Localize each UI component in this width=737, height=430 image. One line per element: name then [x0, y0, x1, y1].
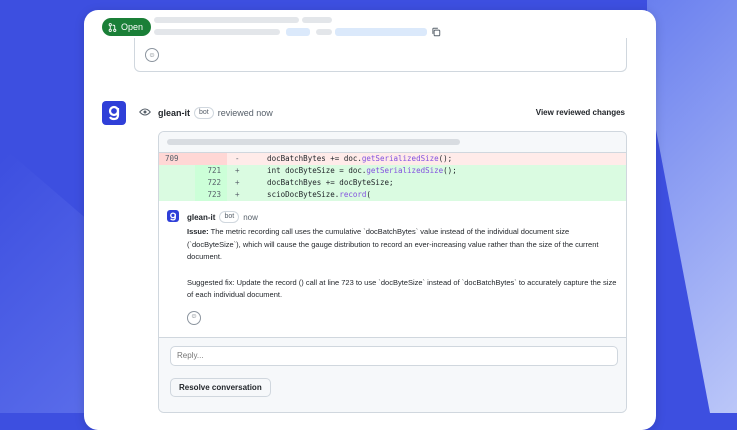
code-text: scioDocByteSize.record(: [249, 189, 371, 201]
review-comment: glean-it bot now Issue: The metric recor…: [159, 201, 626, 338]
diff-line-add: 721 + int docByteSize = doc.getSerialized…: [159, 165, 626, 177]
code-text: int docByteSize = doc.getSerializedSize(…: [249, 165, 457, 177]
bot-tag: bot: [194, 107, 214, 119]
view-reviewed-changes-button[interactable]: View reviewed changes: [536, 108, 625, 117]
bot-tag: bot: [219, 211, 240, 223]
old-line-number[interactable]: [159, 177, 195, 189]
issue-label: Issue:: [187, 227, 209, 236]
diff-sign: +: [235, 190, 240, 199]
copy-icon[interactable]: [431, 27, 441, 37]
code-function: record: [339, 190, 367, 199]
comment-author[interactable]: glean-it: [187, 213, 215, 222]
background-shape-right: [647, 0, 737, 413]
code-text: docBatchBytes += doc.getSerializedSize()…: [249, 153, 452, 165]
code-plain: docBatchByes += docByteSize;: [249, 178, 394, 187]
meta-placeholder-2: [316, 29, 332, 35]
old-line-number[interactable]: 709: [159, 153, 195, 165]
code-plain: scioDocByteSize.: [249, 190, 340, 199]
diff-sign: +: [235, 178, 240, 187]
diff-line-add: 722 + docBatchByes += docByteSize;: [159, 177, 626, 189]
old-line-number[interactable]: [159, 165, 195, 177]
new-line-number[interactable]: 722: [195, 177, 227, 189]
diff-sign: -: [235, 154, 240, 163]
diff-sign: +: [235, 166, 240, 175]
comment-time: now: [243, 212, 258, 222]
review-author[interactable]: glean-it: [158, 108, 190, 118]
reply-area: Resolve conversation: [159, 338, 626, 412]
review-header: glean-it bot reviewed now: [158, 107, 273, 119]
old-line-number[interactable]: [159, 189, 195, 201]
comment-header: glean-it bot now: [187, 211, 258, 223]
diff-line-add: 723 + scioDocByteSize.record(: [159, 189, 626, 201]
status-badge: Open: [102, 18, 152, 36]
new-line-number[interactable]: [195, 153, 227, 165]
reply-input[interactable]: [170, 346, 618, 366]
smiley-icon[interactable]: ☺: [145, 48, 159, 62]
previous-comment-box: ☺: [134, 38, 627, 72]
comment-issue: Issue: The metric recording call uses th…: [187, 226, 617, 264]
meta-placeholder: [154, 29, 280, 35]
eye-icon: [139, 108, 151, 116]
glean-logo-icon: [167, 210, 179, 222]
code-function: getSerializedSize: [366, 166, 444, 175]
glean-logo-icon: [102, 101, 126, 125]
new-line-number[interactable]: 723: [195, 189, 227, 201]
code-plain: docBatchBytes += doc.: [249, 154, 362, 163]
file-path-placeholder: [167, 139, 460, 145]
issue-text: The metric recording call uses the cumul…: [187, 227, 599, 261]
code-function: getSerializedSize: [361, 154, 439, 163]
pr-card: Open ☺ glean-it bot reviewed now View re…: [84, 10, 656, 430]
review-thread: 709- docBatchBytes += doc.getSerializedS…: [158, 131, 627, 413]
diff-line-del: 709 - docBatchBytes += doc.getSerializedS…: [159, 153, 626, 165]
git-pull-request-icon: [108, 22, 117, 32]
resolve-conversation-button[interactable]: Resolve conversation: [170, 378, 271, 397]
branch-placeholder: [286, 28, 310, 36]
comment-suggestion: Suggested fix: Update the record () call…: [187, 277, 617, 300]
smiley-icon[interactable]: ☺: [187, 310, 201, 325]
title-placeholder-2: [302, 17, 332, 23]
review-action: reviewed now: [217, 108, 273, 118]
comment-body: Issue: The metric recording call uses th…: [187, 226, 617, 329]
code-tail: ();: [438, 154, 453, 163]
status-label: Open: [121, 22, 144, 32]
diff-hunk: 709- docBatchBytes += doc.getSerializedS…: [159, 153, 626, 201]
branch-placeholder-2: [335, 28, 427, 36]
code-plain: int docByteSize = doc.: [249, 166, 367, 175]
code-tail: ();: [443, 166, 457, 175]
title-placeholder: [154, 17, 299, 23]
new-line-number[interactable]: 721: [195, 165, 227, 177]
code-tail: (: [366, 190, 371, 199]
file-header: [159, 132, 626, 153]
code-text: docBatchByes += docByteSize;: [249, 177, 394, 189]
